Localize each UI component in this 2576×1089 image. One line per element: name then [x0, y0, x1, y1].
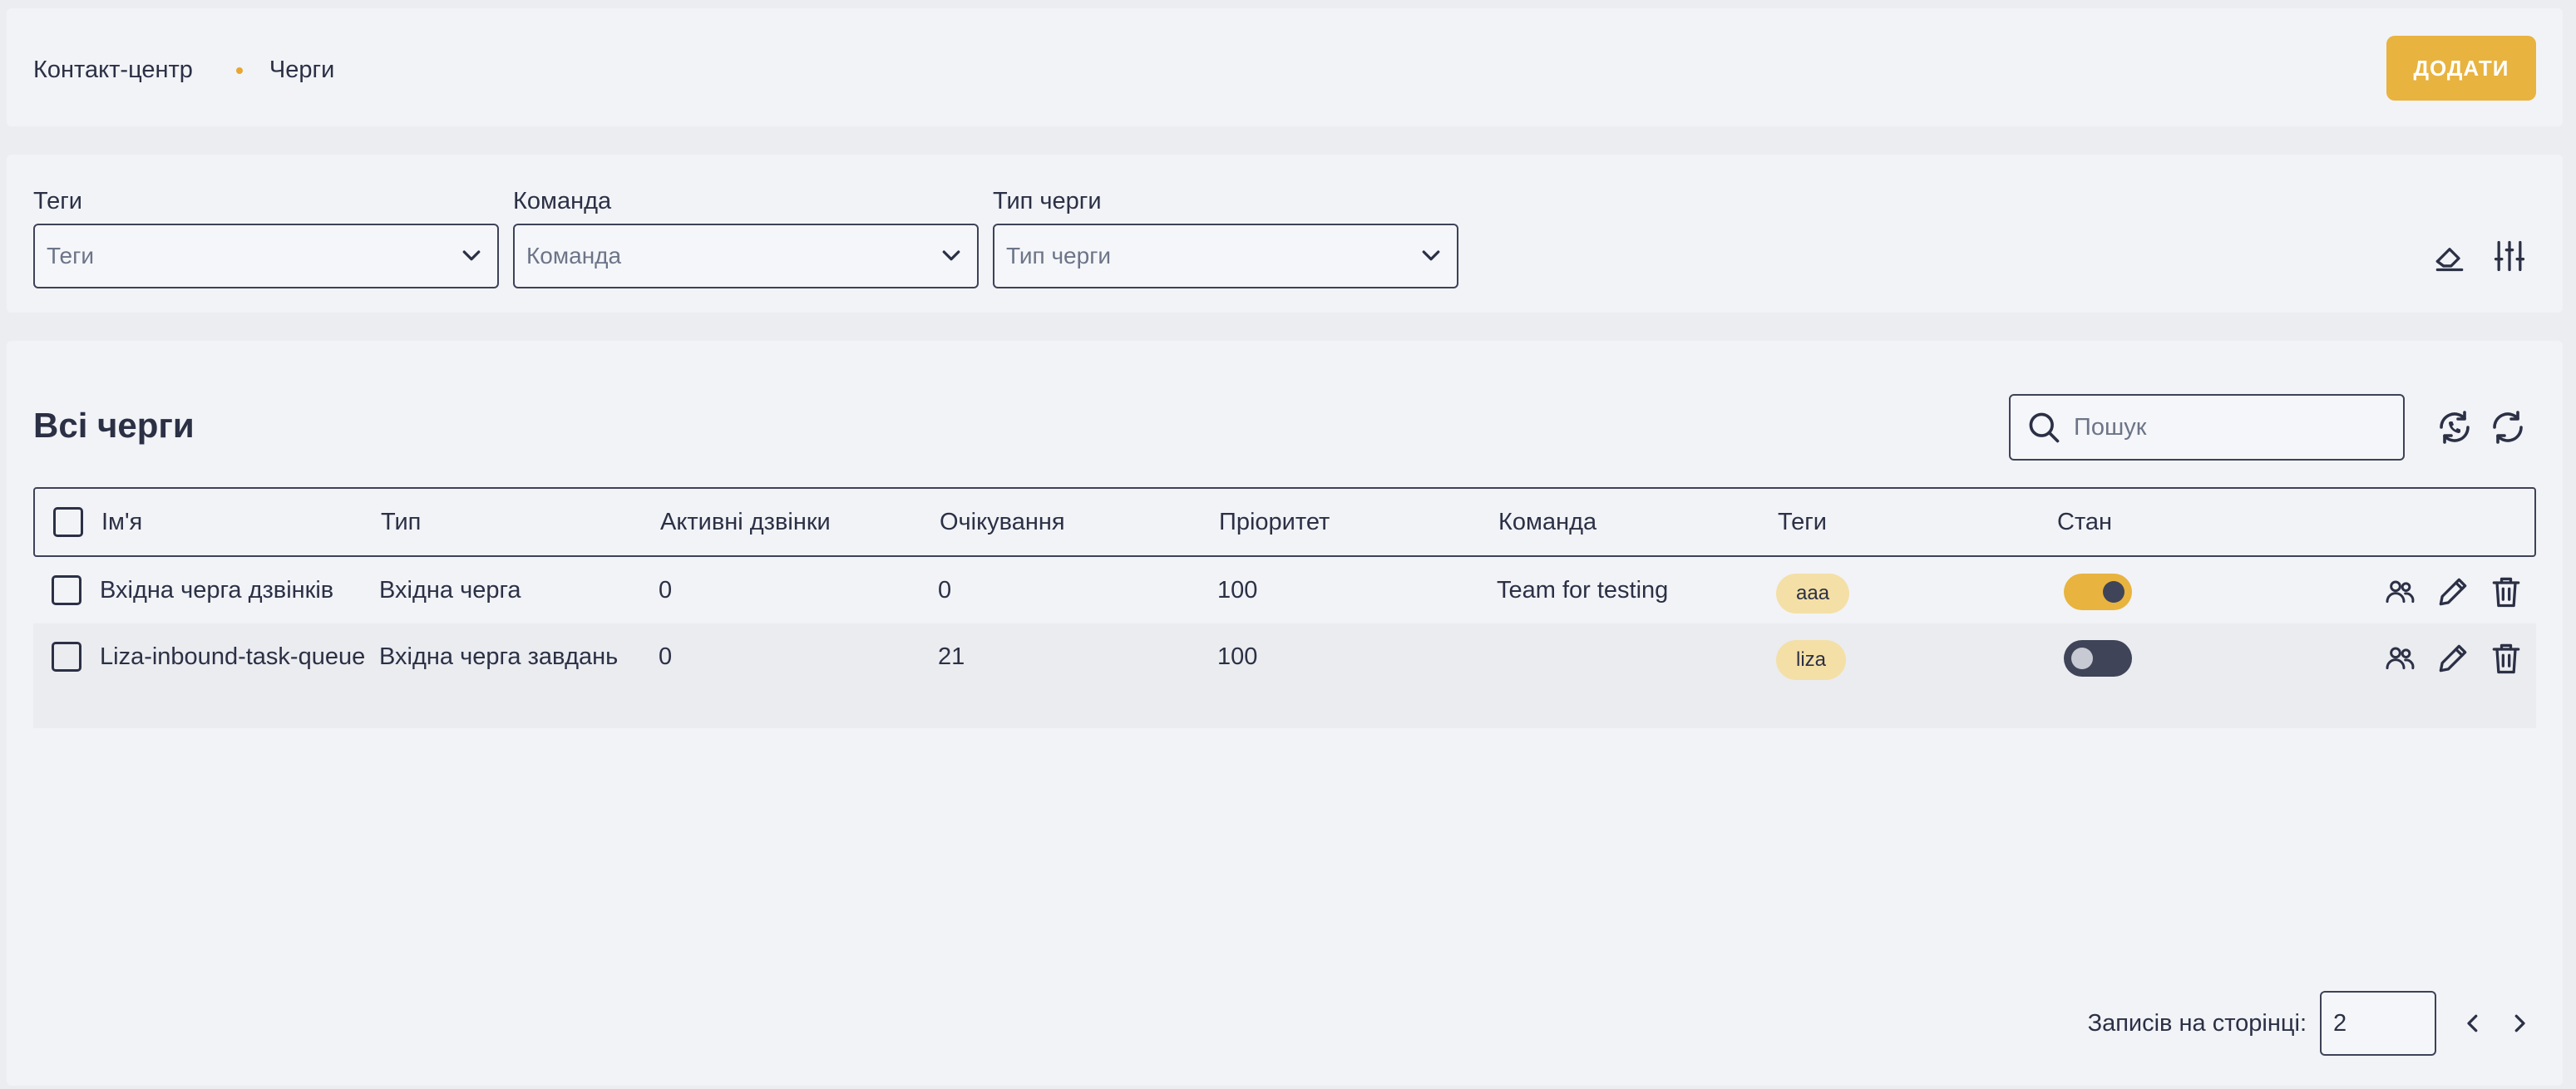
delete-icon [2492, 643, 2520, 674]
table-row[interactable]: Liza-inbound-task-queue Вхідна черга зав… [33, 623, 2536, 728]
filter-team-placeholder: Команда [526, 243, 622, 269]
row-actions [2380, 572, 2526, 612]
filter-queue-type-placeholder: Тип черги [1006, 243, 1112, 269]
edit-button[interactable] [2433, 572, 2473, 612]
pagination: Записів на сторінці: [2088, 991, 2539, 1056]
column-header-tags[interactable]: Теги [1778, 502, 1827, 542]
tag-badge: aaa [1776, 574, 1850, 613]
chevron-down-icon [942, 250, 960, 261]
priority: 100 [1217, 643, 1258, 670]
delete-button[interactable] [2486, 572, 2526, 612]
table-tools [2435, 407, 2528, 447]
search-box[interactable] [2009, 394, 2405, 461]
refresh-button[interactable] [2488, 407, 2528, 447]
select-all-checkbox[interactable] [53, 507, 83, 537]
refresh-icon [2493, 411, 2523, 444]
search-icon [2029, 412, 2060, 443]
row-actions [2380, 638, 2526, 678]
active-calls: 0 [659, 577, 673, 604]
delete-icon [2492, 577, 2520, 608]
queue-name[interactable]: Вхідна черга дзвінків [100, 570, 374, 610]
chevron-right-icon [2514, 1014, 2525, 1032]
prev-page-button[interactable] [2453, 1003, 2493, 1043]
clear-filters-button[interactable] [2430, 236, 2470, 276]
page-size-label: Записів на сторінці: [2087, 1009, 2307, 1037]
table-header: Ім'я Тип Активні дзвінки Очікування Пріо… [33, 487, 2536, 557]
page-title: Всі черги [33, 406, 195, 445]
members-button[interactable] [2380, 638, 2420, 678]
phone-refresh-icon [2440, 411, 2470, 444]
tag-badge: liza [1776, 640, 1847, 680]
breadcrumb-separator [235, 67, 243, 74]
chevron-down-icon [462, 250, 481, 261]
team-name: Team for testing [1497, 577, 1669, 604]
state-toggle[interactable] [2064, 640, 2132, 677]
page-size-input[interactable] [2320, 991, 2436, 1056]
queue-type: Вхідна черга завдань [379, 643, 619, 670]
filter-team-select[interactable]: Команда [513, 224, 979, 288]
table-row[interactable]: Вхідна черга дзвінків Вхідна черга 0 0 1… [33, 557, 2536, 623]
phone-refresh-button[interactable] [2435, 407, 2475, 447]
queues-panel: Всі черги Ім'я Тип Активні дзвінки Очіку… [7, 341, 2563, 1086]
queues-table: Ім'я Тип Активні дзвінки Очікування Пріо… [33, 487, 2536, 728]
breadcrumb-contact-center[interactable]: Контакт-центр [33, 57, 193, 84]
filter-queue-type-label: Тип черги [993, 188, 1102, 214]
filters-panel: Теги Теги Команда Команда Тип черги Тип … [7, 155, 2563, 313]
column-header-team[interactable]: Команда [1498, 502, 1596, 542]
search-input[interactable] [2074, 413, 2373, 441]
active-calls: 0 [659, 643, 673, 670]
filter-queue-type-select[interactable]: Тип черги [993, 224, 1458, 288]
column-header-waiting[interactable]: Очікування [940, 502, 1065, 542]
column-header-type[interactable]: Тип [381, 502, 421, 542]
toggle-knob [2071, 648, 2093, 669]
next-page-button[interactable] [2500, 1003, 2539, 1043]
edit-icon [2439, 644, 2467, 673]
members-icon [2386, 580, 2415, 604]
breadcrumb-queues: Черги [269, 57, 335, 83]
filter-sliders-icon [2494, 240, 2525, 272]
column-header-state[interactable]: Стан [2057, 502, 2112, 542]
filter-tools [2430, 236, 2529, 276]
priority: 100 [1217, 577, 1258, 604]
waiting-count: 21 [938, 643, 965, 670]
filter-queue-type: Тип черги Тип черги [993, 188, 1458, 288]
waiting-count: 0 [938, 577, 952, 604]
eraser-icon [2435, 248, 2464, 272]
column-header-active-calls[interactable]: Активні дзвінки [660, 502, 831, 542]
filter-tags-label: Теги [33, 188, 82, 214]
row-checkbox[interactable] [52, 575, 81, 605]
filter-tags: Теги Теги [33, 188, 499, 288]
delete-button[interactable] [2486, 638, 2526, 678]
row-checkbox[interactable] [52, 642, 81, 672]
add-button[interactable]: ДОДАТИ [2386, 36, 2536, 101]
state-toggle[interactable] [2064, 574, 2132, 610]
filter-tags-placeholder: Теги [47, 243, 94, 269]
column-header-name[interactable]: Ім'я [101, 502, 142, 542]
filter-settings-button[interactable] [2490, 236, 2529, 276]
queue-type: Вхідна черга [379, 577, 521, 604]
queue-name[interactable]: Liza-inbound-task-queue [100, 637, 374, 677]
members-button[interactable] [2380, 572, 2420, 612]
toggle-knob [2103, 581, 2124, 603]
chevron-down-icon [1422, 250, 1440, 261]
edit-button[interactable] [2433, 638, 2473, 678]
page-header: Контакт-центр Черги ДОДАТИ [7, 8, 2563, 126]
chevron-left-icon [2467, 1014, 2478, 1032]
breadcrumb: Контакт-центр Черги [33, 57, 334, 84]
edit-icon [2439, 578, 2467, 606]
column-header-priority[interactable]: Пріоритет [1219, 502, 1330, 542]
pager-nav [2453, 1003, 2539, 1043]
members-icon [2386, 647, 2415, 670]
filter-team: Команда Команда [513, 188, 979, 288]
filter-team-label: Команда [513, 188, 612, 214]
filter-tags-select[interactable]: Теги [33, 224, 499, 288]
